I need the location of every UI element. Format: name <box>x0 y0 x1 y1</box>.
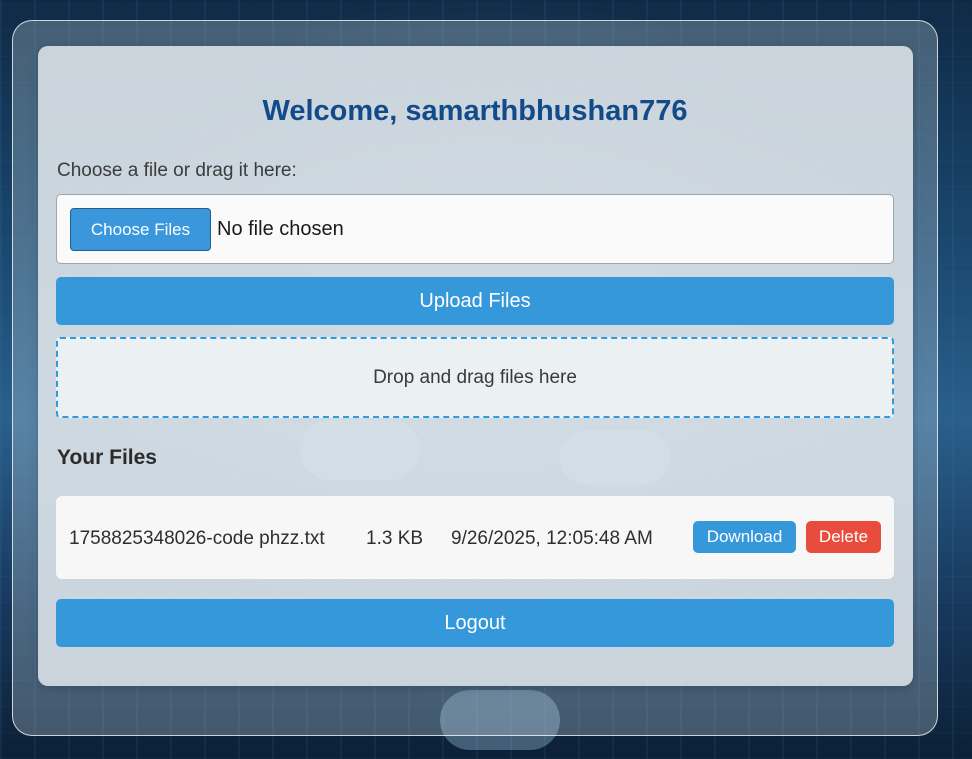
logout-button[interactable]: Logout <box>56 599 894 647</box>
page-title: Welcome, samarthbhushan776 <box>262 95 688 127</box>
file-status-text: No file chosen <box>217 218 344 240</box>
upload-files-button[interactable]: Upload Files <box>56 277 894 325</box>
choose-file-label: Choose a file or drag it here: <box>57 160 297 181</box>
file-size: 1.3 KB <box>366 528 424 549</box>
file-input[interactable]: Choose Files No file chosen <box>56 194 894 264</box>
file-date: 9/26/2025, 12:05:48 AM <box>451 528 653 549</box>
download-button[interactable]: Download <box>693 521 796 553</box>
files-heading: Your Files <box>57 446 157 469</box>
delete-button[interactable]: Delete <box>806 521 881 553</box>
drop-zone[interactable]: Drop and drag files here <box>56 337 894 418</box>
file-name: 1758825348026-code phzz.txt <box>69 528 325 549</box>
file-list-item: 1758825348026-code phzz.txt 1.3 KB 9/26/… <box>56 496 894 579</box>
choose-files-button[interactable]: Choose Files <box>70 208 211 251</box>
